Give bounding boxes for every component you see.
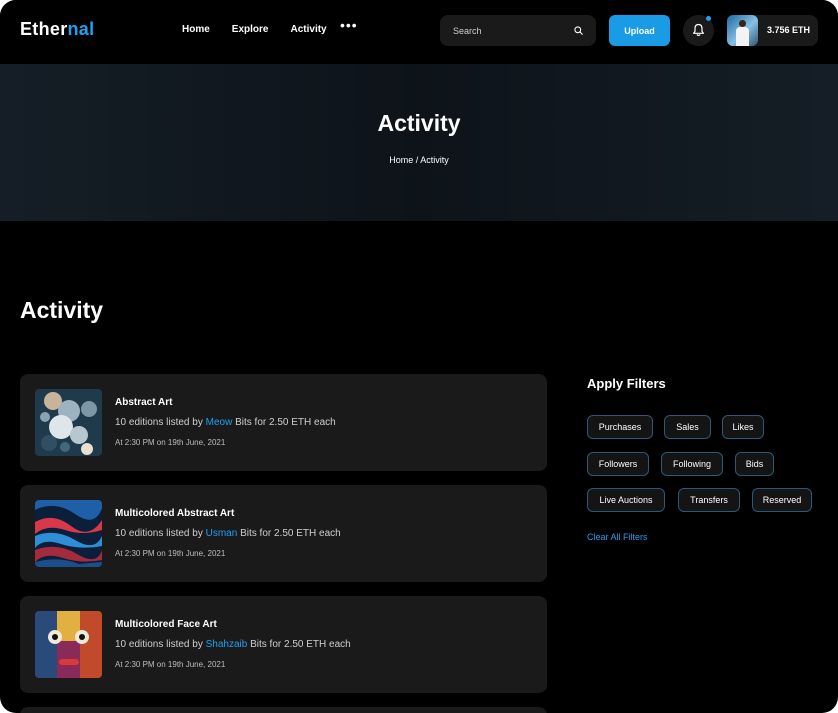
nav-activity[interactable]: Activity — [290, 24, 326, 35]
top-navbar: Ethernal Home Explore Activity ••• Uploa… — [0, 0, 838, 64]
user-link[interactable]: Meow — [206, 417, 233, 428]
search-icon[interactable] — [574, 26, 583, 35]
activity-title: Abstract Art — [115, 397, 173, 408]
activity-title: Multicolored Face Art — [115, 619, 217, 630]
user-link[interactable]: Usman — [206, 528, 238, 539]
filter-bids[interactable]: Bids — [735, 452, 774, 476]
desc-suffix: Bits for 2.50 ETH each — [247, 639, 351, 650]
filter-followers[interactable]: Followers — [587, 452, 649, 476]
filters-title: Apply Filters — [587, 376, 666, 391]
desc-prefix: 10 editions listed by — [115, 639, 206, 650]
breadcrumb[interactable]: Home / Activity — [0, 155, 838, 165]
nav-explore[interactable]: Explore — [232, 24, 269, 35]
avatar-head — [739, 20, 746, 27]
clear-filters-link[interactable]: Clear All Filters — [587, 532, 648, 542]
activity-description: 10 editions listed by Usman Bits for 2.5… — [115, 528, 341, 539]
more-menu-icon[interactable]: ••• — [340, 18, 357, 34]
app-frame: Ethernal Home Explore Activity ••• Uploa… — [0, 0, 838, 713]
notification-dot — [706, 16, 711, 21]
activity-item[interactable] — [20, 707, 547, 713]
nav-home[interactable]: Home — [182, 24, 210, 35]
search-bar — [440, 15, 596, 46]
desc-suffix: Bits for 2.50 ETH each — [237, 528, 341, 539]
activity-timestamp: At 2:30 PM on 19th June, 2021 — [115, 549, 226, 558]
filter-likes[interactable]: Likes — [722, 415, 764, 439]
activity-thumbnail — [35, 611, 102, 678]
wallet-button[interactable]: 3.756 ETH — [727, 15, 818, 46]
hero-banner: Activity Home / Activity — [0, 64, 838, 221]
wallet-balance: 3.756 ETH — [767, 25, 811, 35]
activity-description: 10 editions listed by Meow Bits for 2.50… — [115, 417, 336, 428]
notifications-button[interactable] — [683, 15, 714, 46]
activity-item[interactable]: Multicolored Face Art 10 editions listed… — [20, 596, 547, 693]
hero-title: Activity — [377, 110, 461, 136]
filter-sales[interactable]: Sales — [664, 415, 711, 439]
filter-transfers[interactable]: Transfers — [678, 488, 740, 512]
page-title: Activity — [20, 297, 104, 323]
activity-description: 10 editions listed by Shahzaib Bits for … — [115, 639, 351, 650]
logo[interactable]: Ethernal — [20, 19, 94, 40]
activity-thumbnail — [35, 389, 102, 456]
bell-icon — [693, 23, 704, 37]
logo-text: Ether — [20, 19, 68, 39]
main-nav: Home Explore Activity — [182, 24, 327, 35]
activity-item[interactable]: Abstract Art 10 editions listed by Meow … — [20, 374, 547, 471]
filter-following[interactable]: Following — [661, 452, 723, 476]
user-link[interactable]: Shahzaib — [206, 639, 248, 650]
desc-prefix: 10 editions listed by — [115, 528, 206, 539]
filter-reserved[interactable]: Reserved — [752, 488, 812, 512]
desc-prefix: 10 editions listed by — [115, 417, 206, 428]
logo-text-accent: nal — [67, 19, 95, 39]
activity-timestamp: At 2:30 PM on 19th June, 2021 — [115, 438, 226, 447]
upload-button[interactable]: Upload — [609, 15, 670, 46]
search-input[interactable] — [440, 15, 573, 46]
filter-purchases[interactable]: Purchases — [587, 415, 653, 439]
avatar-body — [736, 27, 749, 46]
activity-item[interactable]: Multicolored Abstract Art 10 editions li… — [20, 485, 547, 582]
avatar — [727, 15, 758, 46]
activity-timestamp: At 2:30 PM on 19th June, 2021 — [115, 660, 226, 669]
filter-live-auctions[interactable]: Live Auctions — [587, 488, 665, 512]
activity-title: Multicolored Abstract Art — [115, 508, 235, 519]
activity-thumbnail — [35, 500, 102, 567]
desc-suffix: Bits for 2.50 ETH each — [232, 417, 336, 428]
